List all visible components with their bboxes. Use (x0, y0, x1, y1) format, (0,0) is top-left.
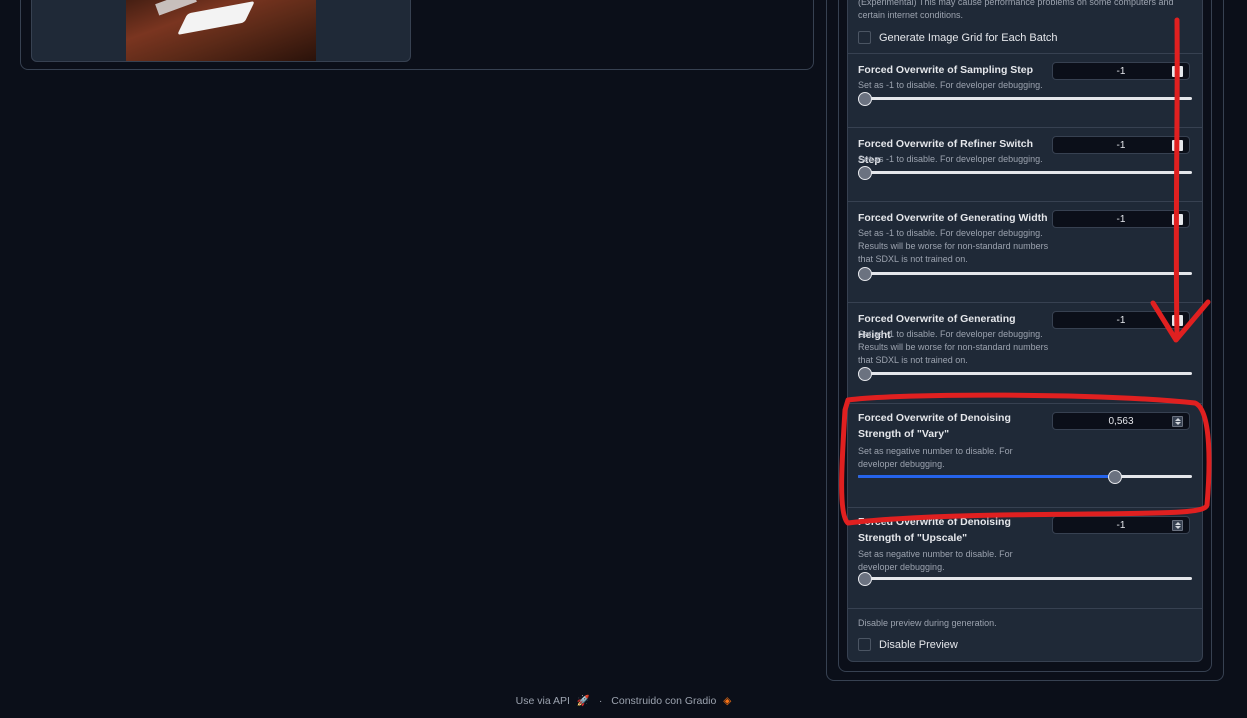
sampling-step-setting: Forced Overwrite of Sampling Step Set as… (848, 53, 1202, 127)
generating-height-input[interactable]: -1 (1052, 311, 1190, 329)
slider-track (858, 171, 1192, 174)
denoise-vary-slider[interactable] (858, 470, 1192, 484)
setting-description: Set as -1 to disable. For developer debu… (858, 154, 1043, 164)
setting-description: Set as negative number to disable. For d… (858, 549, 1013, 572)
denoise-upscale-input[interactable]: -1 (1052, 516, 1190, 534)
grid-checkbox[interactable] (858, 31, 871, 44)
generating-height-slider[interactable] (858, 367, 1192, 381)
setting-description: Set as -1 to disable. For developer debu… (858, 80, 1043, 90)
setting-value: -1 (1116, 140, 1126, 151)
setting-value: -1 (1116, 66, 1126, 77)
number-spinner-icon[interactable] (1172, 315, 1183, 326)
footer-separator: · (598, 695, 603, 707)
denoise-vary-input[interactable]: 0,563 (1052, 412, 1190, 430)
preview-note: Disable preview during generation. (858, 618, 997, 628)
disable-preview-label: Disable Preview (879, 638, 958, 651)
footer: Use via API 🚀 · Construido con Gradio ◈ (0, 694, 1247, 707)
setting-value: -1 (1116, 214, 1126, 225)
number-spinner-icon[interactable] (1172, 214, 1183, 225)
slider-track (858, 577, 1192, 580)
denoise-vary-setting: Forced Overwrite of Denoising Strength o… (848, 403, 1202, 507)
setting-title: Forced Overwrite of Denoising Strength o… (858, 516, 1011, 544)
sampling-step-input[interactable]: -1 (1052, 62, 1190, 80)
grid-checkbox-label: Generate Image Grid for Each Batch (879, 31, 1058, 44)
setting-description: Set as -1 to disable. For developer debu… (858, 228, 1049, 264)
image-preview-frame[interactable] (31, 0, 411, 62)
generated-image[interactable] (126, 0, 316, 61)
disable-preview-checkbox[interactable] (858, 638, 871, 651)
denoise-upscale-slider[interactable] (858, 572, 1192, 586)
setting-title: Forced Overwrite of Denoising Strength o… (858, 412, 1011, 440)
slider-thumb[interactable] (1108, 470, 1123, 484)
slider-thumb[interactable] (858, 367, 872, 381)
setting-description: Set as -1 to disable. For developer debu… (858, 329, 1049, 365)
developer-settings-panel: (Experimental) This may cause performanc… (847, 0, 1203, 662)
number-spinner-icon[interactable] (1172, 66, 1183, 77)
use-via-api-link[interactable]: Use via API (516, 695, 570, 707)
refiner-switch-setting: Forced Overwrite of Refiner Switch Step … (848, 127, 1202, 201)
refiner-switch-input[interactable]: -1 (1052, 136, 1190, 154)
grid-checkbox-row[interactable]: Generate Image Grid for Each Batch (858, 31, 1058, 44)
number-stepper-icon[interactable] (1172, 520, 1183, 531)
sampling-step-slider[interactable] (858, 92, 1192, 106)
preview-setting: Disable preview during generation. Disab… (848, 608, 1202, 661)
slider-track (858, 97, 1192, 100)
generating-width-slider[interactable] (858, 267, 1192, 281)
generating-height-setting: Forced Overwrite of Generating Height Se… (848, 302, 1202, 403)
number-spinner-icon[interactable] (1172, 140, 1183, 151)
setting-value: -1 (1116, 520, 1126, 531)
preview-checkbox-row[interactable]: Disable Preview (858, 638, 958, 651)
slider-thumb[interactable] (858, 267, 872, 281)
setting-value: 0,563 (1108, 416, 1134, 427)
rocket-icon: 🚀 (576, 695, 590, 707)
setting-title: Forced Overwrite of Generating Width (858, 212, 1048, 224)
output-panel (20, 0, 814, 70)
experimental-note: (Experimental) This may cause performanc… (858, 0, 1174, 20)
denoise-upscale-setting: Forced Overwrite of Denoising Strength o… (848, 507, 1202, 608)
setting-description: Set as negative number to disable. For d… (858, 446, 1013, 469)
slider-track (858, 372, 1192, 375)
generating-width-setting: Forced Overwrite of Generating Width Set… (848, 201, 1202, 302)
slider-thumb[interactable] (858, 572, 872, 586)
refiner-switch-slider[interactable] (858, 166, 1192, 180)
slider-fill (858, 475, 1116, 478)
gradio-logo-icon: ◈ (723, 695, 732, 707)
slider-track (858, 272, 1192, 275)
number-stepper-icon[interactable] (1172, 416, 1183, 427)
slider-thumb[interactable] (858, 92, 872, 106)
setting-value: -1 (1116, 315, 1126, 326)
generating-width-input[interactable]: -1 (1052, 210, 1190, 228)
setting-title: Forced Overwrite of Sampling Step (858, 64, 1034, 76)
slider-thumb[interactable] (858, 166, 872, 180)
built-with-gradio-link[interactable]: Construido con Gradio (611, 695, 716, 707)
